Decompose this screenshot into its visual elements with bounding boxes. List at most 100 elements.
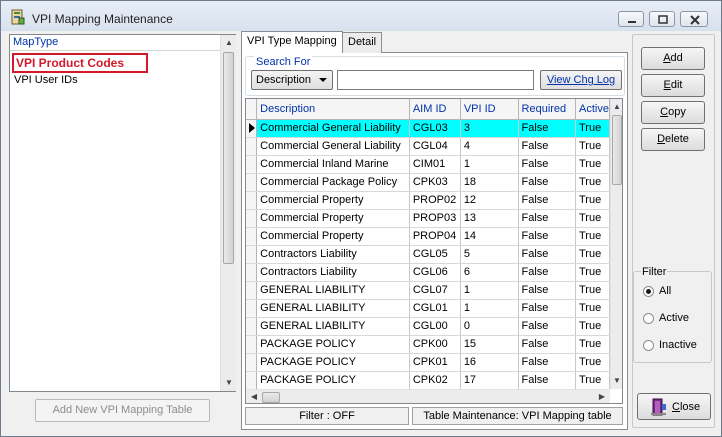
tab-detail[interactable]: Detail	[342, 32, 383, 53]
cell-aim-id[interactable]: CGL01	[409, 299, 461, 318]
close-window-button[interactable]	[680, 11, 708, 27]
cell-vpi-id[interactable]: 4	[460, 137, 519, 156]
cell-required[interactable]: False	[518, 155, 577, 174]
table-row[interactable]: Contractors Liability CGL05 5 False True	[246, 245, 610, 264]
cell-required[interactable]: False	[518, 227, 577, 246]
edit-button[interactable]: Edit	[641, 74, 705, 97]
row-indicator[interactable]	[246, 173, 258, 192]
cell-description[interactable]: Commercial General Liability	[256, 119, 410, 138]
table-row[interactable]: Commercial Package Policy CPK03 18 False Tru…	[246, 173, 610, 192]
cell-active[interactable]: True	[575, 209, 610, 228]
row-indicator[interactable]	[246, 317, 258, 336]
maptype-header[interactable]: MapType	[10, 35, 220, 51]
cell-description[interactable]: GENERAL LIABILITY	[256, 281, 410, 300]
cell-required[interactable]: False	[518, 371, 577, 389]
cell-required[interactable]: False	[518, 281, 577, 300]
row-indicator[interactable]	[246, 227, 258, 246]
table-row[interactable]: Contractors Liability CGL06 6 False True	[246, 263, 610, 282]
cell-aim-id[interactable]: CGL04	[409, 137, 461, 156]
grid-vscroll-thumb[interactable]	[612, 115, 622, 185]
row-indicator[interactable]	[246, 263, 258, 282]
cell-vpi-id[interactable]: 15	[460, 335, 519, 354]
cell-required[interactable]: False	[518, 137, 577, 156]
filter-active-radio[interactable]	[643, 313, 654, 324]
grid-horizontal-scrollbar[interactable]: ◀ ▶	[246, 389, 610, 403]
cell-required[interactable]: False	[518, 245, 577, 264]
maptype-scrollbar[interactable]: ▲ ▼	[220, 35, 236, 391]
cell-aim-id[interactable]: PROP02	[409, 191, 461, 210]
row-indicator[interactable]	[246, 119, 258, 138]
cell-description[interactable]: GENERAL LIABILITY	[256, 299, 410, 318]
cell-required[interactable]: False	[518, 263, 577, 282]
cell-vpi-id[interactable]: 5	[460, 245, 519, 264]
table-row[interactable]: Commercial Inland Marine CIM01 1 False True	[246, 155, 610, 174]
row-indicator[interactable]	[246, 191, 258, 210]
cell-aim-id[interactable]: CGL05	[409, 245, 461, 264]
cell-active[interactable]: True	[575, 173, 610, 192]
cell-required[interactable]: False	[518, 119, 577, 138]
filter-inactive-radio[interactable]	[643, 340, 654, 351]
cell-active[interactable]: True	[575, 317, 610, 336]
scroll-down-icon[interactable]: ▼	[221, 375, 237, 391]
mapping-grid[interactable]: Description AIM ID VPI ID Required Activ…	[245, 98, 623, 404]
scroll-thumb[interactable]	[223, 52, 234, 264]
cell-description[interactable]: Commercial Property	[256, 191, 410, 210]
maptype-item-vpi-user-ids[interactable]: VPI User IDs	[12, 73, 218, 88]
cell-aim-id[interactable]: CIM01	[409, 155, 461, 174]
row-indicator[interactable]	[246, 299, 258, 318]
cell-description[interactable]: Commercial General Liability	[256, 137, 410, 156]
cell-description[interactable]: Commercial Inland Marine	[256, 155, 410, 174]
filter-active-label[interactable]: Active	[659, 312, 689, 324]
cell-aim-id[interactable]: CPK03	[409, 173, 461, 192]
filter-all-radio[interactable]	[643, 286, 654, 297]
grid-vertical-scrollbar[interactable]: ▲ ▼	[610, 99, 622, 389]
cell-active[interactable]: True	[575, 281, 610, 300]
cell-description[interactable]: Contractors Liability	[256, 263, 410, 282]
cell-active[interactable]: True	[575, 227, 610, 246]
row-indicator[interactable]	[246, 335, 258, 354]
cell-aim-id[interactable]: CGL06	[409, 263, 461, 282]
cell-vpi-id[interactable]: 13	[460, 209, 519, 228]
cell-required[interactable]: False	[518, 353, 577, 372]
table-row[interactable]: Commercial Property PROP04 14 False True	[246, 227, 610, 246]
cell-aim-id[interactable]: CGL03	[409, 119, 461, 138]
cell-description[interactable]: PACKAGE POLICY	[256, 371, 410, 389]
cell-description[interactable]: PACKAGE POLICY	[256, 353, 410, 372]
cell-active[interactable]: True	[575, 263, 610, 282]
close-button[interactable]: Close	[637, 393, 711, 420]
cell-active[interactable]: True	[575, 155, 610, 174]
cell-active[interactable]: True	[575, 137, 610, 156]
cell-aim-id[interactable]: CGL07	[409, 281, 461, 300]
cell-active[interactable]: True	[575, 299, 610, 318]
cell-vpi-id[interactable]: 14	[460, 227, 519, 246]
cell-aim-id[interactable]: CGL00	[409, 317, 461, 336]
cell-vpi-id[interactable]: 3	[460, 119, 519, 138]
filter-all-label[interactable]: All	[659, 285, 671, 297]
column-header-active[interactable]: Active	[575, 99, 610, 120]
add-mapping-table-button[interactable]: Add New VPI Mapping Table	[35, 399, 210, 422]
row-indicator[interactable]	[246, 371, 258, 389]
table-row[interactable]: PACKAGE POLICY CPK01 16 False True	[246, 353, 610, 372]
row-indicator[interactable]	[246, 281, 258, 300]
filter-inactive-label[interactable]: Inactive	[659, 339, 697, 351]
grid-hscroll-thumb[interactable]	[262, 392, 280, 403]
cell-aim-id[interactable]: CPK00	[409, 335, 461, 354]
column-header-required[interactable]: Required	[518, 99, 577, 120]
cell-vpi-id[interactable]: 16	[460, 353, 519, 372]
delete-button[interactable]: Delete	[641, 128, 705, 151]
grid-scroll-right-icon[interactable]: ▶	[594, 389, 610, 403]
tab-vpi-type-mapping[interactable]: VPI Type Mapping	[241, 31, 343, 53]
grid-scroll-down-icon[interactable]: ▼	[610, 373, 622, 389]
cell-vpi-id[interactable]: 1	[460, 281, 519, 300]
cell-description[interactable]: GENERAL LIABILITY	[256, 317, 410, 336]
table-row[interactable]: PACKAGE POLICY CPK00 15 False True	[246, 335, 610, 354]
row-indicator[interactable]	[246, 137, 258, 156]
maptype-list[interactable]: MapType VPI Product Codes VPI User IDs ▲…	[9, 34, 236, 392]
cell-required[interactable]: False	[518, 191, 577, 210]
cell-vpi-id[interactable]: 1	[460, 299, 519, 318]
cell-required[interactable]: False	[518, 317, 577, 336]
cell-vpi-id[interactable]: 6	[460, 263, 519, 282]
column-header-vpi-id[interactable]: VPI ID	[460, 99, 519, 120]
minimize-button[interactable]	[618, 11, 644, 27]
row-indicator[interactable]	[246, 209, 258, 228]
